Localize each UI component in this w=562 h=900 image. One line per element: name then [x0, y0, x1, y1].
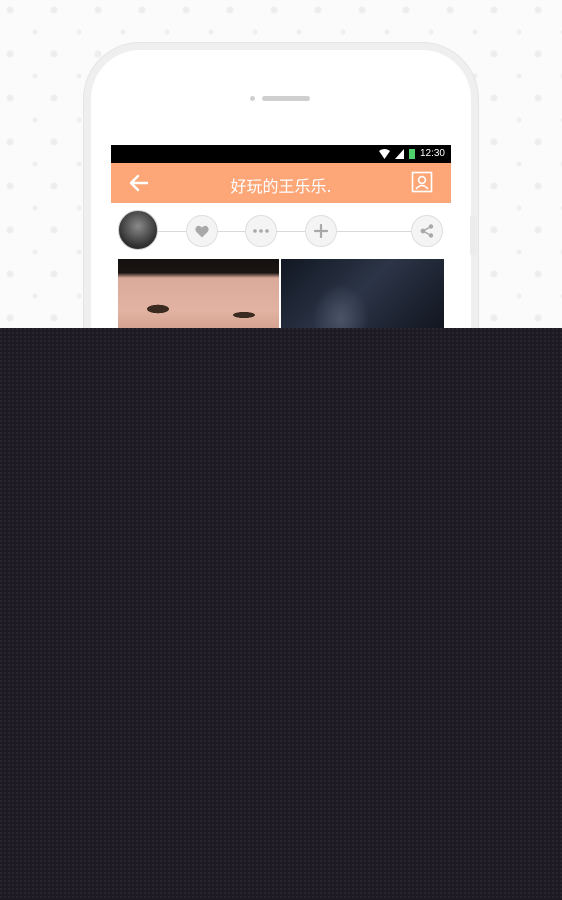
avatar[interactable] — [118, 210, 158, 250]
share-icon — [420, 224, 434, 238]
app-bar: 好玩的王乐乐. — [111, 163, 451, 203]
heart-icon — [195, 225, 209, 237]
phone-camera — [250, 96, 255, 101]
page-title: 好玩的王乐乐. — [230, 177, 332, 196]
status-icons: 12:30 — [378, 148, 445, 159]
status-time: 12:30 — [419, 148, 445, 159]
plus-icon — [314, 224, 328, 238]
dark-overlay — [0, 328, 562, 900]
signal-icon — [394, 148, 404, 159]
phone-side-button — [470, 215, 477, 255]
status-bar: 12:30 — [111, 145, 451, 163]
share-button[interactable] — [411, 215, 443, 247]
more-button[interactable] — [245, 215, 277, 247]
more-dots-icon — [253, 229, 269, 233]
add-button[interactable] — [305, 215, 337, 247]
user-card-icon[interactable] — [411, 171, 433, 193]
action-row — [111, 203, 451, 259]
battery-icon — [408, 148, 415, 159]
phone-speaker — [262, 96, 310, 101]
phone-screen: 12:30 好玩的王乐乐. — [111, 145, 451, 345]
wifi-icon — [378, 148, 390, 159]
like-button[interactable] — [186, 215, 218, 247]
